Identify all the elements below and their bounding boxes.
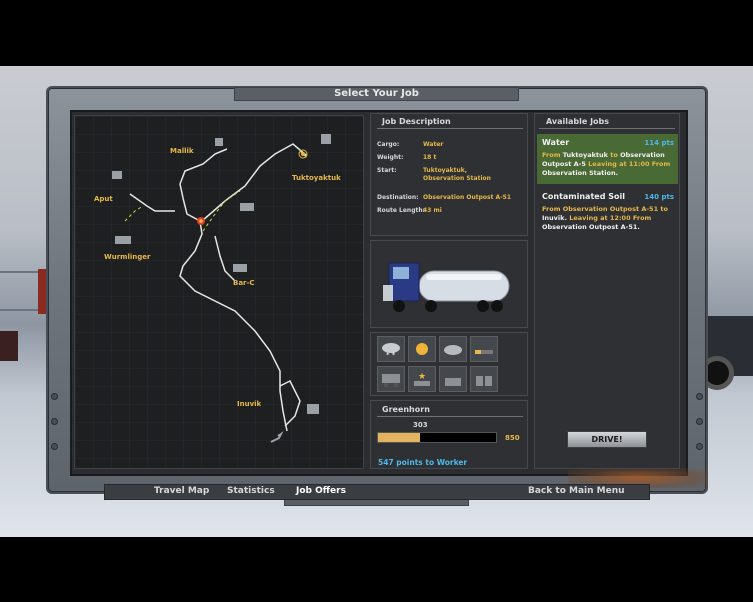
job-item-contaminated-soil[interactable]: Contaminated Soil 140 pts From Observati… [537,190,678,238]
truck-preview-panel [370,240,528,328]
divider [539,128,675,129]
town-label-wurmlinger[interactable]: Wurmlinger [104,253,150,261]
weather-snow-icon: * * [377,336,405,362]
divider [377,128,523,129]
letterbox-bottom [0,537,753,602]
window-title: Select Your Job [334,88,419,99]
weather-cloud-icon [439,336,467,362]
desc-key: Cargo: [377,141,400,148]
drive-button[interactable]: DRIVE! [567,431,647,448]
ship-icon [115,236,131,244]
nav-travel-map[interactable]: Travel Map [154,486,209,496]
station-icon [321,134,331,144]
job-points: 140 pts [644,193,674,201]
town-label-inuvik[interactable]: Inuvik [237,400,261,408]
town-label-aput[interactable]: Aput [94,195,113,203]
desc-key: Start: [377,167,397,174]
letterbox-top [0,0,753,66]
desc-value: Observation Outpost A-51 [423,194,512,201]
rank-progress-fill [378,433,420,442]
job-points: 114 pts [644,139,674,147]
map-roads [75,116,363,468]
desc-value: 43 mi [423,207,442,214]
town-label-mallik[interactable]: Mallik [170,147,194,155]
tanker-truck-image [383,262,510,312]
job-route-text: From Tuktoyaktuk to Observation Outpost … [542,151,671,177]
background-cab [0,331,18,361]
max-points: 850 [505,434,520,442]
next-rank-text: 547 points to Worker [378,458,468,467]
outpost-icon [240,203,254,211]
divider [377,416,523,417]
nav-job-offers[interactable]: Job Offers [296,486,346,496]
station-icon [112,171,122,179]
desc-value: Tuktoyaktuk, Observation Station [423,167,491,182]
rank-title: Greenhorn [382,405,430,414]
bolt [696,418,703,425]
priority-star-icon: ★ [408,366,436,392]
job-title: Contaminated Soil [542,192,625,201]
bolt [51,418,58,425]
nav-statistics[interactable]: Statistics [227,486,275,496]
desc-row-weight: Weight: 18 t [377,154,527,164]
desc-key: Route Length: [377,207,426,214]
bolt [696,443,703,450]
job-item-water[interactable]: Water 114 pts From Tuktoyaktuk to Observ… [537,134,678,184]
town-label-bar-c[interactable]: Bar-C [233,279,255,287]
desc-value: Water [423,141,444,148]
bolt [51,443,58,450]
desc-row-start: Start: Tuktoyaktuk, Observation Station [377,167,527,187]
desc-value: 18 t [423,154,437,161]
cargo-boxes-icon [439,366,467,392]
svg-text:★: ★ [418,372,426,382]
current-points: 303 [413,421,428,429]
bolt [696,393,703,400]
fuel-gauge-icon [470,336,498,362]
helicopter-icon [233,264,247,272]
desc-row-destination: Destination: Observation Outpost A-51 [377,194,527,204]
bolt [51,393,58,400]
cargo-truck-icon [377,366,405,392]
rank-progress-bar [377,432,497,443]
desc-key: Destination: [377,194,419,201]
job-description-header: Job Description [382,117,451,126]
town-label-tuktoyaktuk[interactable]: Tuktoyaktuk [292,174,341,182]
depot-icon [307,404,319,414]
available-jobs-header: Available Jobs [546,117,610,126]
nav-back-to-main-menu[interactable]: Back to Main Menu [528,486,625,496]
weather-sun-icon [408,336,436,362]
svg-text:* *: * * [386,351,396,358]
desc-key: Weight: [377,154,404,161]
station-icon [215,138,223,146]
job-route-text: From Observation Outpost A-51 to Inuvik.… [542,205,668,231]
desc-row-route-length: Route Length: 43 mi [377,207,527,217]
job-title: Water [542,138,570,147]
desc-row-cargo: Cargo: Water [377,141,527,151]
cargo-containers-icon [470,366,498,392]
travel-map[interactable]: Mallik Aput Tuktoyaktuk Wurmlinger Bar-C… [74,115,364,469]
nav-bottom-tab [284,500,469,506]
